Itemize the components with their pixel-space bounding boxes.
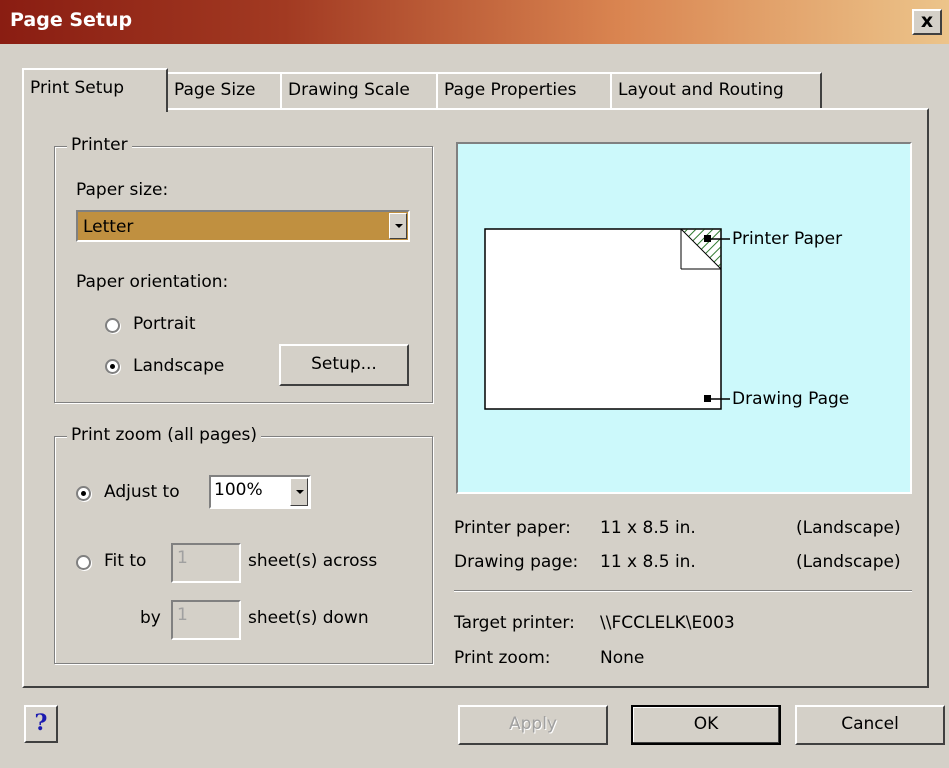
tab-panel — [22, 108, 929, 688]
tab-layout-and-routing[interactable]: Layout and Routing — [610, 72, 822, 108]
help-button[interactable]: ? — [24, 705, 58, 743]
tab-label: Print Setup — [30, 78, 124, 98]
help-icon: ? — [34, 710, 48, 736]
tab-label: Drawing Scale — [288, 80, 410, 100]
tab-drawing-scale[interactable]: Drawing Scale — [280, 72, 438, 108]
title-bar: Page Setup x — [0, 0, 949, 44]
tab-print-setup[interactable]: Print Setup — [22, 68, 168, 112]
ok-button[interactable]: OK — [631, 705, 781, 745]
apply-button[interactable]: Apply — [458, 705, 608, 745]
tab-page-size[interactable]: Page Size — [166, 72, 282, 108]
tab-page-properties[interactable]: Page Properties — [436, 72, 612, 108]
cancel-button[interactable]: Cancel — [795, 705, 945, 745]
close-button[interactable]: x — [912, 9, 942, 35]
tab-label: Page Properties — [444, 80, 577, 100]
close-icon: x — [920, 10, 934, 32]
tab-label: Layout and Routing — [618, 80, 784, 100]
window-title: Page Setup — [10, 9, 133, 31]
tab-label: Page Size — [174, 80, 256, 100]
